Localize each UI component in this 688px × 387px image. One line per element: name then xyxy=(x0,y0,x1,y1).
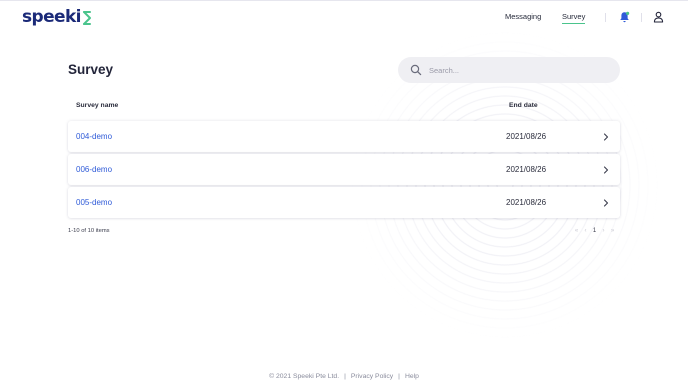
previous-page-button[interactable]: ‹ xyxy=(581,228,590,234)
nav-survey[interactable]: Survey xyxy=(562,12,586,24)
bell-icon[interactable] xyxy=(619,11,630,23)
survey-end-date: 2021/08/26 xyxy=(506,165,547,174)
table-row[interactable]: 005-demo 2021/08/26 xyxy=(68,187,620,218)
nav-messaging[interactable]: Messaging xyxy=(505,12,541,21)
top-navbar: speeki Messaging Survey xyxy=(0,0,688,34)
logo-mark-icon xyxy=(82,10,91,25)
table-row[interactable]: 006-demo 2021/08/26 xyxy=(68,154,620,185)
help-link[interactable]: Help xyxy=(405,373,419,380)
nav-divider xyxy=(641,13,642,22)
logo-text: speeki xyxy=(22,7,81,27)
search-bar[interactable] xyxy=(398,57,620,83)
first-page-button[interactable]: « xyxy=(572,228,581,234)
page-title: Survey xyxy=(68,62,114,77)
page-number-1[interactable]: 1 xyxy=(590,228,599,234)
chevron-right-icon[interactable] xyxy=(603,166,609,174)
last-page-button[interactable]: » xyxy=(608,228,617,234)
footer-copyright: © 2021 Speeki Pte Ltd. xyxy=(269,373,340,380)
survey-end-date: 2021/08/26 xyxy=(506,132,547,141)
survey-name-link[interactable]: 004-demo xyxy=(76,132,112,141)
user-icon[interactable] xyxy=(653,11,664,23)
privacy-policy-link[interactable]: Privacy Policy xyxy=(351,373,393,380)
chevron-right-icon[interactable] xyxy=(603,133,609,141)
footer: © 2021 Speeki Pte Ltd. | Privacy Policy | He… xyxy=(0,373,688,380)
search-icon xyxy=(410,64,422,76)
pagination-summary: 1-10 of 10 items xyxy=(68,228,110,234)
search-input[interactable] xyxy=(429,63,609,77)
next-page-button[interactable]: › xyxy=(599,228,608,234)
footer-separator: | xyxy=(344,373,346,380)
survey-end-date: 2021/08/26 xyxy=(506,198,547,207)
footer-separator: | xyxy=(398,373,400,380)
survey-name-link[interactable]: 006-demo xyxy=(76,165,112,174)
speeki-logo[interactable]: speeki xyxy=(22,7,92,27)
table-row[interactable]: 004-demo 2021/08/26 xyxy=(68,121,620,152)
chevron-right-icon[interactable] xyxy=(603,199,609,207)
column-header-survey-name[interactable]: Survey name xyxy=(76,102,118,109)
survey-name-link[interactable]: 005-demo xyxy=(76,198,112,207)
pagination: « ‹ 1 › » xyxy=(572,226,617,236)
column-header-end-date[interactable]: End date xyxy=(509,102,538,109)
nav-divider xyxy=(605,13,606,22)
